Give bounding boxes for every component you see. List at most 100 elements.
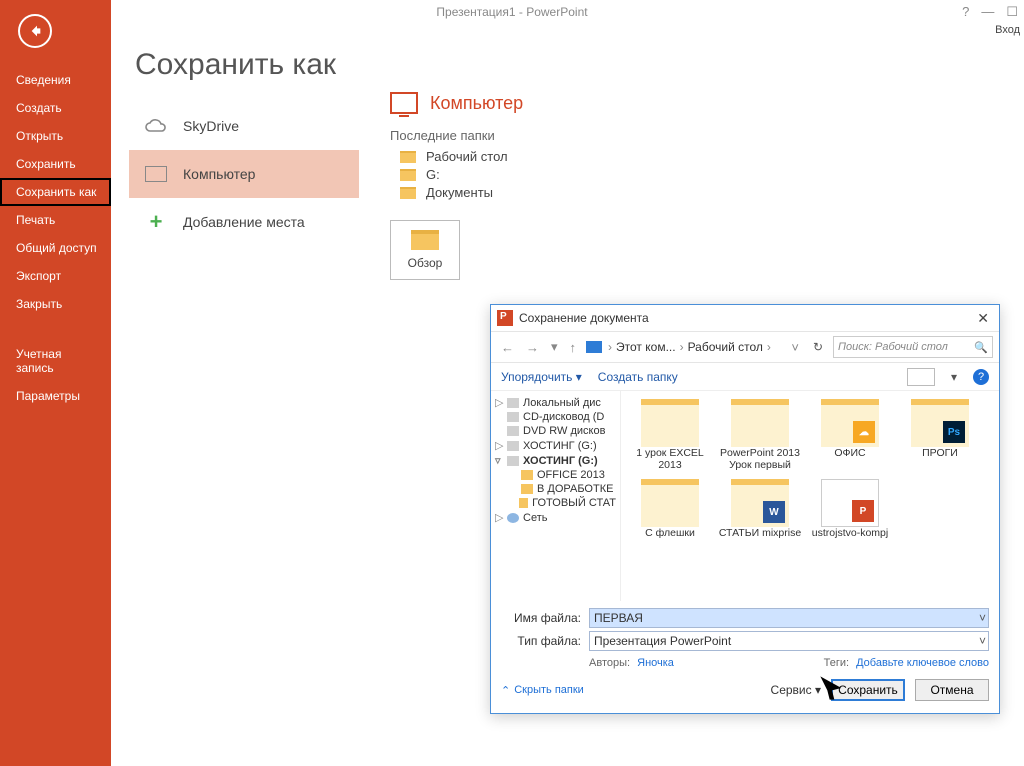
filetype-label: Тип файла: xyxy=(501,634,581,648)
expand-icon[interactable]: ▷ xyxy=(495,396,503,409)
annotation-arrow-icon xyxy=(818,674,846,702)
window-title: Презентация1 - PowerPoint xyxy=(436,5,587,19)
chevron-down-icon[interactable]: ▾ xyxy=(951,370,957,384)
authors-value[interactable]: Яночка xyxy=(637,657,674,669)
folder-item[interactable]: PowerPoint 2013 Урок первый xyxy=(715,399,805,471)
file-label: 1 урок EXCEL 2013 xyxy=(625,447,715,471)
cloud-icon xyxy=(143,115,169,137)
folder-tree[interactable]: ▷Локальный дисCD-дисковод (DDVD RW диско… xyxy=(491,391,621,601)
chevron-up-icon: ⌃ xyxy=(501,684,510,697)
nav-forward-icon[interactable]: → xyxy=(522,340,543,355)
folder-item[interactable]: С флешки xyxy=(625,479,715,539)
refresh-icon[interactable]: ↻ xyxy=(807,340,829,354)
back-button[interactable] xyxy=(18,14,52,48)
folder-item[interactable]: 1 урок EXCEL 2013 xyxy=(625,399,715,471)
expand-icon[interactable]: ▷ xyxy=(495,439,503,452)
browse-button[interactable]: Обзор xyxy=(390,220,460,280)
search-input[interactable]: Поиск: Рабочий стол 🔍 xyxy=(833,336,993,358)
sidebar-item-8[interactable]: Закрыть xyxy=(0,290,111,318)
tree-label: Сеть xyxy=(523,512,547,524)
recent-folder[interactable]: Рабочий стол xyxy=(400,149,950,164)
recent-folder[interactable]: G: xyxy=(400,167,950,182)
crumb-desktop[interactable]: Рабочий стол xyxy=(688,340,763,354)
folder-item[interactable]: WСТАТЬИ mixprise xyxy=(715,479,805,539)
title-bar: Презентация1 - PowerPoint ? — ☐ xyxy=(0,0,1024,24)
expand-icon[interactable]: ▿ xyxy=(495,454,503,467)
tree-node[interactable]: DVD RW дисков xyxy=(493,424,618,438)
tree-node[interactable]: ▷ Сеть xyxy=(493,510,618,525)
organize-menu[interactable]: Упорядочить ▾ xyxy=(501,370,582,384)
sidebar-item-6[interactable]: Общий доступ xyxy=(0,234,111,262)
file-label: СТАТЬИ mixprise xyxy=(719,527,801,539)
sidebar-item-9[interactable]: Учетная запись xyxy=(0,340,111,382)
tags-value[interactable]: Добавьте ключевое слово xyxy=(856,657,989,669)
details-title: Компьютер xyxy=(430,93,523,114)
chevron-down-icon[interactable]: ˅ xyxy=(979,634,986,648)
help-icon[interactable]: ? xyxy=(973,369,989,385)
location-item-cloud[interactable]: SkyDrive xyxy=(129,102,359,150)
sidebar-item-10[interactable]: Параметры xyxy=(0,382,111,410)
expand-icon[interactable]: ▷ xyxy=(495,511,503,524)
minimize-icon[interactable]: — xyxy=(981,4,994,20)
signin-link[interactable]: Вход xyxy=(995,24,1020,36)
tools-menu[interactable]: Сервис ▾ xyxy=(771,683,821,697)
location-item-pc[interactable]: Компьютер xyxy=(129,150,359,198)
document-icon: P xyxy=(821,479,879,527)
breadcrumb[interactable]: › Этот ком... › Рабочий стол › xyxy=(608,340,783,354)
search-icon: 🔍 xyxy=(974,341,988,354)
nav-up-icon[interactable]: ↑ xyxy=(566,340,581,355)
drive-icon xyxy=(507,398,519,408)
drive-icon xyxy=(507,441,519,451)
folder-item[interactable]: PsПРОГИ xyxy=(895,399,985,471)
filename-input[interactable]: ПЕРВАЯ ˅ xyxy=(589,608,989,628)
sidebar-item-4[interactable]: Сохранить как xyxy=(0,178,111,206)
folder-icon: W xyxy=(731,479,789,527)
folder-icon xyxy=(641,479,699,527)
authors-label: Авторы: xyxy=(589,657,630,669)
maximize-icon[interactable]: ☐ xyxy=(1006,4,1018,20)
folder-item[interactable]: ☁ОФИС xyxy=(805,399,895,471)
file-item[interactable]: Pustrojstvo-kompj xyxy=(805,479,895,539)
cancel-button[interactable]: Отмена xyxy=(915,679,989,701)
recent-folder-label: Рабочий стол xyxy=(426,149,508,164)
file-list[interactable]: 1 урок EXCEL 2013PowerPoint 2013 Урок пе… xyxy=(621,391,999,601)
filetype-select[interactable]: Презентация PowerPoint ˅ xyxy=(589,631,989,651)
chevron-down-icon[interactable]: ˅ xyxy=(979,611,986,625)
location-item-plus[interactable]: +Добавление места xyxy=(129,198,359,246)
tree-node[interactable]: ▿ХОСТИНГ (G:) xyxy=(493,453,618,468)
plus-icon: + xyxy=(143,211,169,233)
tree-label: DVD RW дисков xyxy=(523,425,605,437)
recent-folder[interactable]: Документы xyxy=(400,185,950,200)
crumb-this-pc[interactable]: Этот ком... xyxy=(616,340,676,354)
help-icon[interactable]: ? xyxy=(962,4,969,20)
sidebar-item-3[interactable]: Сохранить xyxy=(0,150,111,178)
tree-node[interactable]: ГОТОВЫЙ СТАТ xyxy=(493,496,618,510)
sidebar-item-0[interactable]: Сведения xyxy=(0,66,111,94)
tree-label: ХОСТИНГ (G:) xyxy=(523,440,597,452)
sidebar-item-5[interactable]: Печать xyxy=(0,206,111,234)
pc-icon xyxy=(143,163,169,185)
chevron-down-icon[interactable]: ▾ xyxy=(547,339,562,355)
pc-icon xyxy=(586,341,602,353)
chevron-down-icon[interactable]: ˅ xyxy=(787,340,803,355)
view-mode-button[interactable] xyxy=(907,368,935,386)
tree-node[interactable]: OFFICE 2013 xyxy=(493,468,618,482)
tree-node[interactable]: CD-дисковод (D xyxy=(493,410,618,424)
sidebar-item-7[interactable]: Экспорт xyxy=(0,262,111,290)
hide-folders-button[interactable]: ⌃ Скрыть папки xyxy=(501,684,584,697)
tree-node[interactable]: ▷ ХОСТИНГ (G:) xyxy=(493,438,618,453)
file-label: ОФИС xyxy=(834,447,865,459)
arrow-left-icon xyxy=(27,23,43,39)
tree-node[interactable]: В ДОРАБОТКЕ xyxy=(493,482,618,496)
file-label: ПРОГИ xyxy=(922,447,958,459)
new-folder-button[interactable]: Создать папку xyxy=(598,370,678,384)
dialog-title: Сохранение документа xyxy=(519,311,649,325)
folder-icon: ☁ xyxy=(821,399,879,447)
sidebar-item-2[interactable]: Открыть xyxy=(0,122,111,150)
recent-folders-label: Последние папки xyxy=(390,128,950,143)
close-icon[interactable]: ✕ xyxy=(973,310,993,327)
tree-node[interactable]: ▷Локальный дис xyxy=(493,395,618,410)
nav-back-icon[interactable]: ← xyxy=(497,340,518,355)
tree-label: В ДОРАБОТКЕ xyxy=(537,483,613,495)
sidebar-item-1[interactable]: Создать xyxy=(0,94,111,122)
